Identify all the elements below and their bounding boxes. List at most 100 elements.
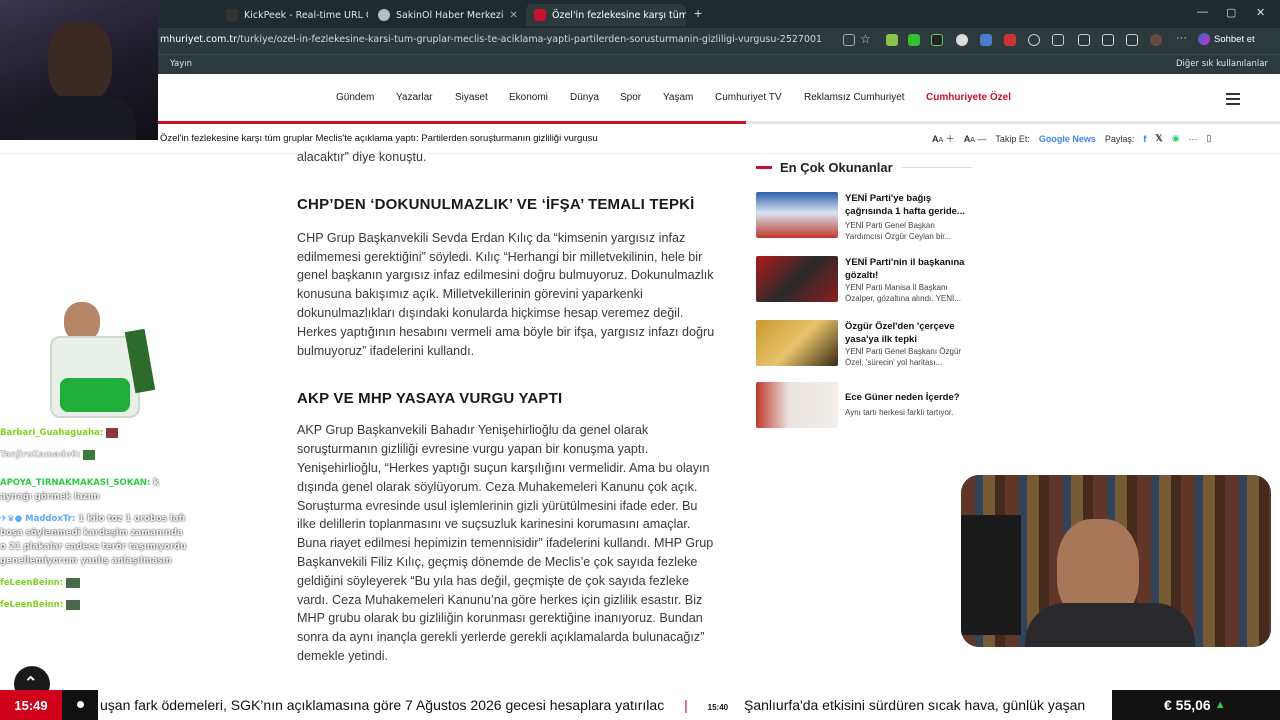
health-icon[interactable] [1102,34,1114,46]
currency-widget: € 55,06 ▲ [1112,690,1280,720]
text-line: genel başkanın yargısız infaz edilmesini… [297,268,714,283]
article-paragraph: alacaktır” diye konuştu. [297,150,427,164]
streamer-webcam [0,0,158,140]
chat-username: TanjiroKamado0: [0,450,81,460]
collections-icon[interactable] [1126,34,1138,46]
translate-icon[interactable] [980,34,992,46]
more-icon[interactable]: ··· [1189,134,1198,144]
euro-rate: € 55,06 [1164,697,1211,713]
menu-icon[interactable] [1226,93,1240,108]
bookmark-icon[interactable]: ▯ [1207,133,1212,144]
streamer-body [1025,603,1195,647]
url-path: /turkiye/ozel-in-fezlekesine-karsi-tum-g… [237,34,823,45]
article-tools: AA ＋ AA — Takip Et: Google News Paylaş: … [932,132,1212,145]
extension-icon[interactable] [908,34,920,46]
badge-icon: ✈♛● [0,514,23,524]
sticky-article-title: Özel'in fezlekesine karşı tüm gruplar Me… [160,133,598,144]
font-size-increase[interactable]: AA ＋ [932,132,955,145]
kickpeek-favicon-icon [226,9,238,21]
tab-sakinol[interactable]: SakinOl Haber Merkezi ✕ [370,4,522,26]
nav-cumhuriyete-ozel[interactable]: Cumhuriyete Özel [926,92,1011,103]
most-read-card[interactable]: Ece Güner neden İçerde? Aynı tartı herke… [756,382,972,430]
ticker-separator: | [684,697,688,713]
sidebar-header: En Çok Okunanlar [756,160,972,175]
extension-icon[interactable] [1004,34,1016,46]
window-close-icon[interactable]: ✕ [1256,6,1265,19]
emote-fill [60,378,130,412]
extension-icon[interactable] [956,34,968,46]
sidebar-title: En Çok Okunanlar [780,160,893,175]
refresh-icon[interactable] [1028,34,1040,46]
url-field[interactable]: mhuriyet.com.tr/turkiye/ozel-in-fezlekes… [160,34,840,45]
cumhuriyet-favicon-icon [534,9,546,21]
x-icon[interactable]: 𝕏 [1155,133,1162,144]
copilot-label: Sohbet et [1214,33,1255,45]
chat-username: Barbari_Guahaguaha: [0,428,104,438]
article-subheading: AKP VE MHP YASAYA VURGU YAPTI [297,390,563,408]
tab-label: Özel'in fezlekesine karşı tüm grupl [552,9,686,21]
nav-siyaset[interactable]: Siyaset [455,92,488,103]
article-thumbnail [756,192,838,238]
more-icon[interactable]: ··· [1176,32,1187,44]
nav-reklamsiz[interactable]: Reklamsız Cumhuriyet [804,92,905,103]
extension-icon[interactable] [931,34,943,46]
ticker-item: Şanlıurfa'da etkisini sürdüren sıcak hav… [744,697,1086,713]
split-view-icon[interactable] [1052,34,1064,46]
other-favorites[interactable]: Diğer sık kullanılanlar [1176,59,1268,69]
ticker-clock: 15:49 [0,690,62,720]
text-line: vardı. Ceza Muhakemeleri Kanunu’na göre … [297,592,703,607]
ticker-text: uşan fark ödemeleri, SGK’nın açıklamasın… [100,697,1110,713]
nav-spor[interactable]: Spor [620,92,641,103]
text-line: Soruşturma evresinde usul işlemlerinin g… [297,498,698,513]
favorites-icon[interactable] [1078,34,1090,46]
text-line: dokunulmazlıkları dışındaki konularda hi… [297,305,684,320]
text-line: ilke delillerin toplanmasını ve suçsuzlu… [297,517,691,532]
nav-gundem[interactable]: Gündem [336,92,374,103]
tab-cumhuriyet[interactable]: Özel'in fezlekesine karşı tüm grupl ✕ [526,4,686,26]
text-line: Buna riayet edilmesi hepimizin temennisi… [297,536,714,551]
minimize-icon[interactable]: — [1197,6,1208,18]
chat-message: Barbari_Guahaguaha: [0,426,190,440]
article-thumbnail [756,382,838,428]
avatar[interactable] [1150,34,1162,46]
star-icon[interactable]: ☆ [860,32,871,46]
nav-dunya[interactable]: Dünya [570,92,599,103]
chat-message: TanjiroKamado0: [0,448,190,462]
accent-bar [756,166,772,169]
most-read-card[interactable]: YENİ Parti'ye bağış çağrısında 1 hafta g… [756,192,972,241]
most-read-card[interactable]: YENİ Parti'nin il başkanına gözaltı! YEN… [756,256,972,304]
card-title: YENİ Parti'ye bağış çağrısında 1 hafta g… [845,193,965,217]
tab-label: KickPeek - Real-time URL Crawler [244,9,368,21]
emote-icon [66,599,81,610]
follow-label: Takip Et: [995,133,1030,144]
close-icon[interactable]: ✕ [510,10,518,21]
text-line: CHP Grup Başkanvekili Sevda Erdan Kılıç … [297,230,686,245]
card-title: Ece Güner neden İçerde? [845,392,960,403]
article-paragraph: CHP Grup Başkanvekili Sevda Erdan Kılıç … [297,229,742,361]
extension-icon[interactable] [886,34,898,46]
chat-message: feLeenBeinn: [0,598,190,612]
whatsapp-icon[interactable]: ◉ [1172,133,1180,144]
text-line: Başkanvekili Filiz Kılıç, geçmiş dönemde… [297,554,698,569]
nav-yazarlar[interactable]: Yazarlar [396,92,433,103]
font-size-decrease[interactable]: AA — [964,134,987,144]
facebook-icon[interactable]: f [1143,134,1146,144]
chat-username: APOYA_TIRNAKMAKASI_SOKAN: [0,478,151,488]
text-line: Yenişehirlioğlu, “Herkes yaptığı suçun k… [297,460,710,475]
text-line: Herkes yaptığının hesabını vermeli ama b… [297,324,715,339]
microphone-arm [961,515,1021,635]
nav-ekonomi[interactable]: Ekonomi [509,92,548,103]
google-news-link[interactable]: Google News [1039,134,1096,144]
browser-tab-bar: KickPeek - Real-time URL Crawler ✕ Sakin… [0,0,1280,28]
reader-icon[interactable] [843,34,855,46]
emote-icon [83,449,96,460]
new-tab-icon[interactable]: + [694,5,702,21]
nav-cumhuriyet-tv[interactable]: Cumhuriyet TV [715,92,782,103]
tab-label: SakinOl Haber Merkezi [396,9,504,21]
bookmark-yayin[interactable]: Yayın [170,59,192,69]
nav-yasam[interactable]: Yaşam [663,92,693,103]
most-read-card[interactable]: Özgür Özel'den 'çerçeve yasa'ya ilk tepk… [756,320,972,368]
maximize-icon[interactable]: ▢ [1226,6,1236,19]
tab-kickpeek[interactable]: KickPeek - Real-time URL Crawler ✕ [218,4,368,26]
copilot-chat-button[interactable]: Sohbet et [1198,33,1255,45]
